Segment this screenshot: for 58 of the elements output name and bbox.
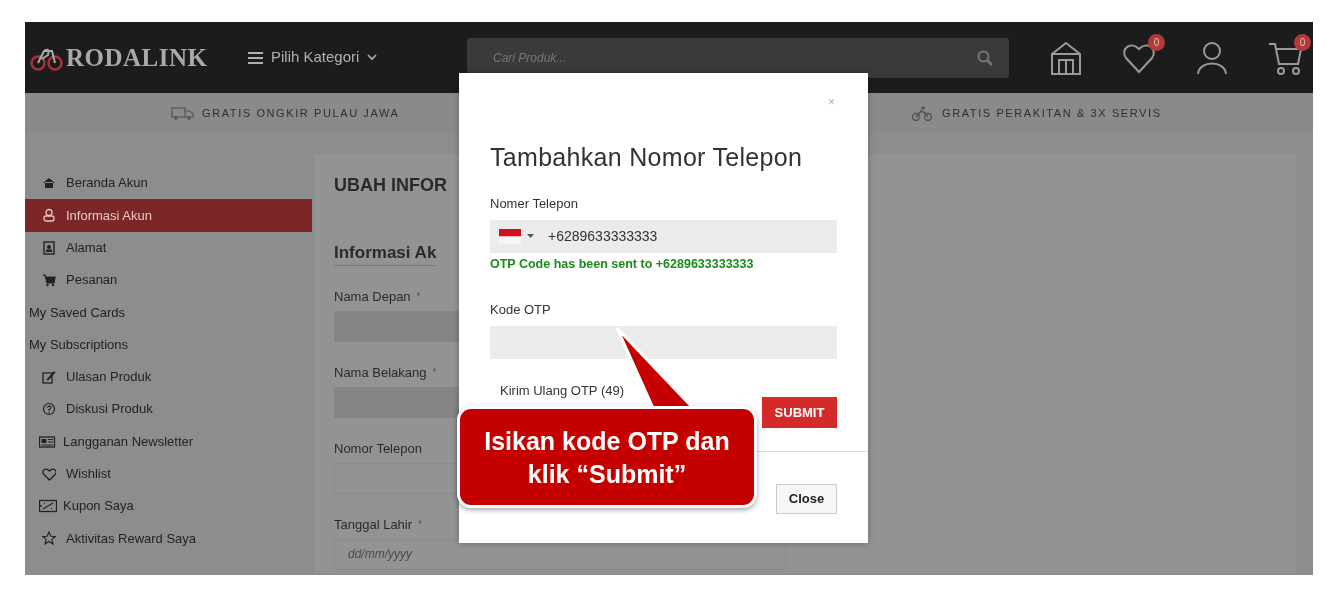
search-field[interactable]: Cari Produk...: [467, 37, 1009, 78]
close-button[interactable]: Close: [776, 484, 837, 514]
flag-icon: [499, 228, 521, 244]
success-message: OTP Code has been sent to +6289633333333: [490, 255, 755, 273]
sidebar-item[interactable]: Beranda Akun: [25, 167, 312, 200]
caret-icon[interactable]: [527, 233, 534, 239]
field-label: Nomor Telepon: [334, 440, 422, 458]
promo-text: GRATIS ONGKIR PULAU JAWA: [202, 105, 400, 121]
count-badge: 0: [1294, 33, 1311, 51]
user-icon: [42, 208, 56, 223]
sidebar-item[interactable]: Aktivitas Reward Saya: [25, 522, 312, 555]
required-mark: *: [432, 366, 437, 380]
sidebar-item[interactable]: My Subscriptions: [25, 328, 312, 361]
sidebar-item[interactable]: Wishlist: [25, 457, 312, 490]
cyclist-icon: [911, 105, 934, 121]
coupon-icon: [39, 499, 57, 514]
question-icon: [42, 402, 56, 417]
home-icon: [42, 176, 56, 191]
sidebar-item[interactable]: My Saved Cards: [25, 296, 312, 329]
contact-card-icon: [42, 240, 56, 255]
resend-link[interactable]: Kirim Ulang OTP (49): [500, 380, 624, 401]
truck-icon: [171, 105, 194, 121]
dialog-title: Tambahkan Nomor Telepon: [490, 142, 804, 172]
submit-button[interactable]: SUBMIT: [762, 396, 837, 428]
store-button[interactable]: [1049, 39, 1084, 76]
heart-icon: [42, 466, 56, 481]
otp-field[interactable]: [490, 325, 837, 359]
sidebar-item[interactable]: Ulasan Produk: [25, 360, 312, 394]
logo-text[interactable]: RODALINK: [66, 38, 208, 77]
field-label: Nama Belakang: [334, 364, 427, 382]
category-menu[interactable]: Pilih Kategori: [242, 45, 384, 70]
field-label: Kode OTP: [490, 301, 552, 320]
field-label: Nomer Telepon: [490, 195, 579, 213]
cart-icon: [42, 273, 56, 288]
sidebar-item[interactable]: Diskusi Produk: [25, 393, 312, 426]
sidebar-item[interactable]: Alamat: [25, 231, 312, 264]
edit-icon: [42, 369, 56, 384]
store-icon: [1049, 39, 1084, 76]
required-mark: *: [416, 290, 421, 304]
chevron-down-icon: [367, 54, 378, 61]
sidebar-item[interactable]: Informasi Akun: [25, 199, 312, 232]
sidebar-item[interactable]: Langganan Newsletter: [25, 425, 312, 458]
field-label: Tanggal Lahir: [334, 516, 413, 534]
required-mark: *: [418, 518, 422, 532]
user-icon: [1195, 39, 1230, 76]
section-heading: Informasi Ak: [334, 242, 437, 266]
sidebar-item[interactable]: Kupon Saya: [25, 489, 312, 523]
sidebar-item[interactable]: Pesanan: [25, 263, 312, 297]
count-badge: 0: [1148, 33, 1165, 51]
page-heading: UBAH INFOR: [334, 175, 448, 197]
phone-field[interactable]: +6289633333333: [490, 219, 837, 253]
newspaper-icon: [39, 434, 57, 449]
promo-text: GRATIS PERAKITAN & 3X SERVIS: [942, 105, 1162, 121]
account-button[interactable]: [1195, 39, 1230, 76]
menu-icon: [248, 51, 263, 64]
search-icon[interactable]: [977, 49, 993, 66]
star-icon: [42, 531, 56, 546]
field-label: Nama Depan: [334, 288, 411, 306]
